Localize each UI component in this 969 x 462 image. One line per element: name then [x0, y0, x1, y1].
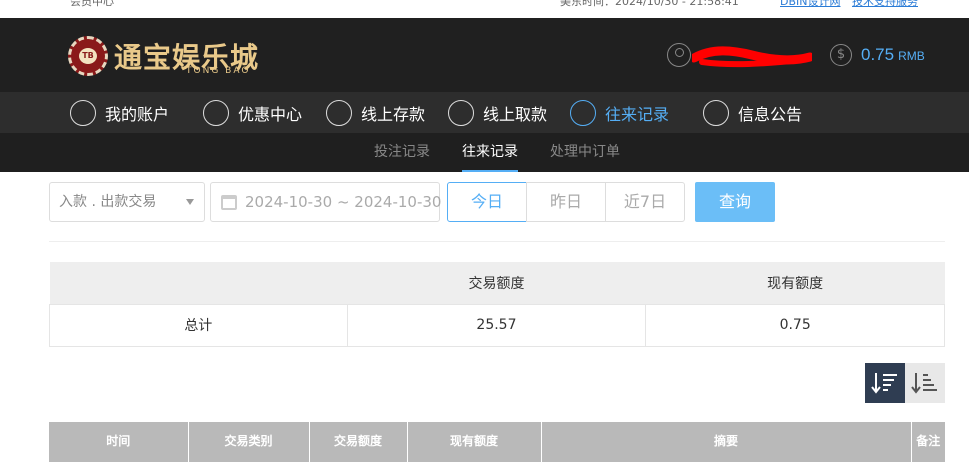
calendar-icon	[221, 195, 237, 210]
bell-icon	[703, 99, 729, 126]
site-logo[interactable]: TB 通宝娱乐城 TONG BAO	[68, 34, 258, 78]
redacted-username	[692, 46, 812, 68]
nav-label: 往来记录	[605, 104, 670, 124]
sort-descending-icon	[871, 373, 897, 394]
member-center-label: 会员中心	[70, 0, 114, 8]
records-icon	[570, 99, 596, 126]
yesterday-button[interactable]: 昨日	[526, 182, 606, 222]
summary-header-amount: 交易额度	[347, 262, 646, 304]
nav-label: 优惠中心	[238, 104, 303, 124]
site-header: TB 通宝娱乐城 TONG BAO $ 0.75 RMB	[0, 18, 969, 92]
summary-total-label: 总计	[49, 303, 348, 347]
nav-item-promotions[interactable]: 优惠中心	[203, 92, 302, 133]
nav-item-records[interactable]: 往来记录	[570, 92, 669, 133]
summary-table: 交易额度 现有额度 总计 25.57 0.75	[49, 262, 945, 347]
select-value: 入款 . 出款交易	[59, 194, 157, 210]
col-summary[interactable]: 摘要	[541, 422, 912, 462]
design-link[interactable]: DBIN设计网	[780, 0, 841, 9]
col-type[interactable]: 交易类别	[188, 422, 310, 462]
withdraw-icon	[448, 99, 474, 126]
user-icon	[70, 99, 96, 126]
col-balance[interactable]: 现有额度	[407, 422, 542, 462]
caret-down-icon	[186, 199, 194, 205]
sub-nav: 投注记录 往来记录 处理中订单	[0, 133, 969, 172]
col-time[interactable]: 时间	[49, 422, 189, 462]
nav-label: 线上存款	[361, 104, 426, 124]
balance-currency: RMB	[898, 49, 925, 63]
filter-bar: 入款 . 出款交易 2024-10-30 ~ 2024-10-30 今日 昨日 …	[0, 172, 969, 232]
table-row: 总计 25.57 0.75	[49, 303, 945, 347]
balance-amount: 0.75	[861, 45, 895, 64]
transaction-type-select[interactable]: 入款 . 出款交易	[49, 182, 205, 222]
casino-chip-icon: TB	[68, 36, 108, 76]
divider	[49, 241, 945, 242]
tab-transaction-records[interactable]: 往来记录	[462, 133, 518, 172]
query-button[interactable]: 查询	[695, 182, 775, 222]
sort-descending-button[interactable]	[865, 363, 905, 403]
top-info-bar: 会员中心 美东时间：2024/10/30 - 21:58:41 DBIN设计网 …	[0, 0, 969, 18]
sort-ascending-icon	[911, 373, 937, 394]
brand-subtitle: TONG BAO	[186, 66, 251, 76]
records-header-row: 时间 交易类别 交易额度 现有额度 摘要 备注	[49, 422, 945, 462]
gift-icon	[203, 99, 229, 126]
tab-pending-orders[interactable]: 处理中订单	[550, 133, 620, 172]
nav-label: 线上取款	[483, 104, 548, 124]
nav-item-deposit[interactable]: 线上存款	[326, 92, 425, 133]
nav-label: 信息公告	[738, 104, 803, 124]
account-balance: 0.75 RMB	[861, 45, 925, 65]
col-amount[interactable]: 交易额度	[309, 422, 408, 462]
last-7-days-button[interactable]: 近7日	[605, 182, 685, 222]
today-button[interactable]: 今日	[447, 182, 527, 222]
sort-ascending-button[interactable]	[905, 363, 945, 403]
summary-total-balance: 0.75	[645, 303, 945, 347]
support-link[interactable]: 技术支持服务	[852, 0, 918, 9]
date-range-input[interactable]: 2024-10-30 ~ 2024-10-30	[210, 182, 442, 222]
nav-label: 我的账户	[105, 104, 170, 124]
tab-bet-records[interactable]: 投注记录	[374, 133, 430, 172]
date-range-value: 2024-10-30 ~ 2024-10-30	[245, 193, 442, 211]
deposit-icon	[326, 99, 352, 126]
server-time: 美东时间：2024/10/30 - 21:58:41	[560, 0, 739, 8]
user-avatar-icon[interactable]	[667, 43, 691, 67]
summary-total-amount: 25.57	[346, 303, 647, 347]
nav-item-announcements[interactable]: 信息公告	[703, 92, 802, 133]
main-nav: 我的账户 优惠中心 线上存款 线上取款 往来记录 信息公告	[0, 92, 969, 133]
nav-item-withdraw[interactable]: 线上取款	[448, 92, 547, 133]
dollar-coin-icon: $	[830, 44, 852, 66]
nav-item-my-account[interactable]: 我的账户	[70, 92, 169, 133]
chip-text: TB	[79, 48, 97, 64]
records-table: 时间 交易类别 交易额度 现有额度 摘要 备注	[49, 422, 945, 462]
summary-header-balance: 现有额度	[645, 262, 945, 304]
summary-header-blank	[49, 262, 348, 304]
col-remark[interactable]: 备注	[911, 422, 945, 462]
